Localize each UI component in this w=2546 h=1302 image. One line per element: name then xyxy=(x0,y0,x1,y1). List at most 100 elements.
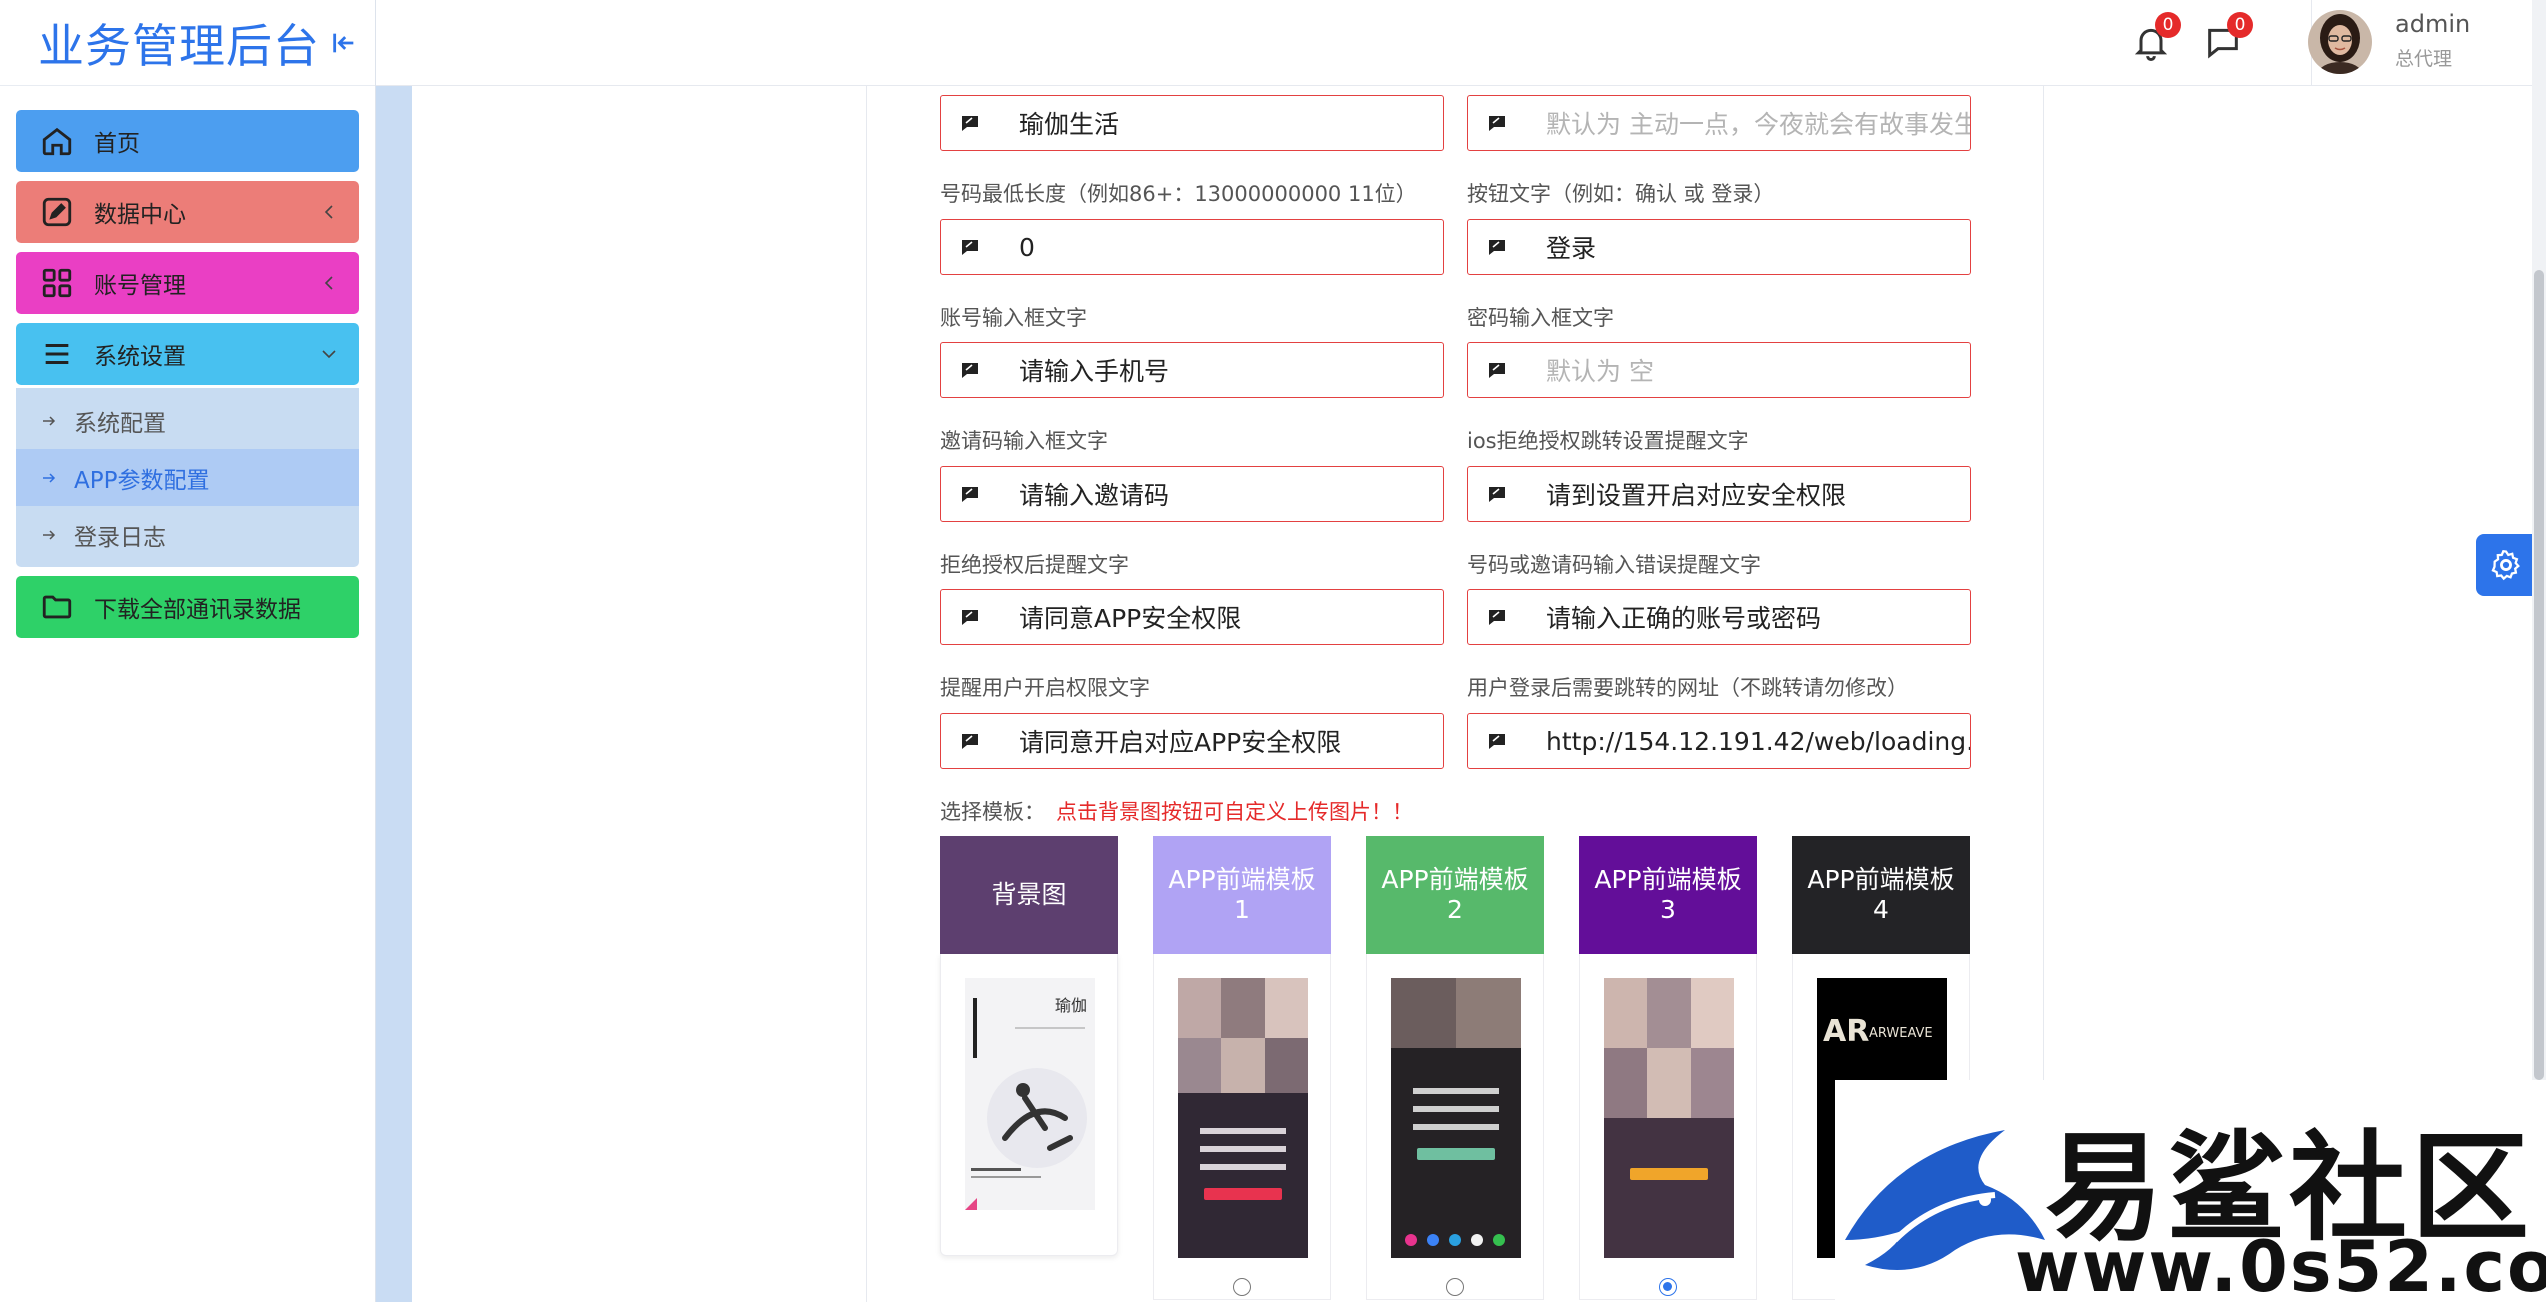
password-input-field[interactable]: 默认为 空 xyxy=(1467,342,1971,398)
field-value: 请到设置开启对应安全权限 xyxy=(1546,481,1847,510)
template-3-thumbnail xyxy=(1604,978,1734,1258)
chevron-left-icon xyxy=(319,273,339,293)
top-bar: 0 0 admin 总代理 xyxy=(376,0,2546,86)
grid-icon xyxy=(40,266,74,300)
scrollbar-thumb[interactable] xyxy=(2534,270,2544,1080)
template-card-label: APP前端模板1 xyxy=(1168,865,1316,924)
comment-icon xyxy=(1486,606,1508,628)
sidebar-subitem-app-params[interactable]: APP参数配置 xyxy=(16,449,359,506)
menu-icon xyxy=(40,337,74,371)
template-card-background[interactable]: 背景图 瑜伽 xyxy=(940,836,1118,1256)
comment-icon xyxy=(1486,730,1508,752)
template-upload-tip: 点击背景图按钮可自定义上传图片！！ xyxy=(1056,800,1413,824)
invite-input-field[interactable]: 请输入邀请码 xyxy=(940,466,1444,522)
template-card-3[interactable]: APP前端模板3 xyxy=(1579,836,1757,1300)
field-value: 瑜伽生活 xyxy=(1019,110,1120,139)
comment-icon xyxy=(1486,112,1508,134)
app-title: 业务管理后台 xyxy=(38,18,320,73)
field-value: 请同意开启对应APP安全权限 xyxy=(1019,728,1342,757)
template-card-label: 背景图 xyxy=(991,880,1067,909)
sidebar-item-data-center[interactable]: 数据中心 xyxy=(16,181,359,243)
template-4-logo-text: ARWEAVE xyxy=(1869,1026,1933,1041)
template-card-body xyxy=(1366,954,1544,1300)
notifications-button[interactable]: 0 xyxy=(2131,12,2181,62)
comment-icon xyxy=(959,606,981,628)
messages-button[interactable]: 0 xyxy=(2203,12,2253,62)
template-card-header[interactable]: APP前端模板4 xyxy=(1792,836,1970,954)
sidebar-item-label: 系统设置 xyxy=(94,344,186,370)
error-tip-label: 号码或邀请码输入错误提醒文字 xyxy=(1467,553,1761,577)
template-3-radio[interactable] xyxy=(1659,1278,1677,1296)
phone-min-length-label: 号码最低长度（例如86+：13000000000 11位） xyxy=(940,182,1417,206)
app-name-field[interactable]: 瑜伽生活 xyxy=(940,95,1444,151)
template-card-header[interactable]: APP前端模板1 xyxy=(1153,836,1331,954)
background-thumbnail: 瑜伽 xyxy=(965,978,1095,1210)
sidebar-item-account[interactable]: 账号管理 xyxy=(16,252,359,314)
collapse-sidebar-icon[interactable] xyxy=(330,29,358,57)
sidebar-item-label: 数据中心 xyxy=(94,202,186,228)
comment-icon xyxy=(959,112,981,134)
phone-min-length-field[interactable]: 0 xyxy=(940,219,1444,275)
template-card-header[interactable]: APP前端模板2 xyxy=(1366,836,1544,954)
redirect-url-field[interactable]: http://154.12.191.42/web/loading.html xyxy=(1467,713,1971,769)
account-input-label: 账号输入框文字 xyxy=(940,306,1087,330)
theme-settings-button[interactable] xyxy=(2476,534,2536,596)
reject-tip-field[interactable]: 请同意APP安全权限 xyxy=(940,589,1444,645)
permission-tip-label: 提醒用户开启权限文字 xyxy=(940,676,1150,700)
button-text-label: 按钮文字（例如：确认 或 登录） xyxy=(1467,182,1775,206)
template-card-header[interactable]: 背景图 xyxy=(940,836,1118,954)
slogan-field[interactable]: 默认为 主动一点，今夜就会有故事发生 xyxy=(1467,95,1971,151)
redirect-url-label: 用户登录后需要跳转的网址（不跳转请勿修改） xyxy=(1467,676,1908,700)
field-value: 请输入邀请码 xyxy=(1019,481,1170,510)
user-role: 总代理 xyxy=(2395,48,2453,70)
field-value: 请输入正确的账号或密码 xyxy=(1546,604,1822,633)
comment-icon xyxy=(959,483,981,505)
sidebar-item-home[interactable]: 首页 xyxy=(16,110,359,172)
field-value: 请同意APP安全权限 xyxy=(1019,604,1242,633)
gear-icon xyxy=(2489,548,2523,582)
template-card-1[interactable]: APP前端模板1 xyxy=(1153,836,1331,1300)
chevron-left-icon xyxy=(319,202,339,222)
error-tip-field[interactable]: 请输入正确的账号或密码 xyxy=(1467,589,1971,645)
sidebar-subitem-label: APP参数配置 xyxy=(74,467,210,494)
message-count-badge: 0 xyxy=(2227,12,2253,38)
sidebar-menu: 首页 数据中心 账号管理 系统设置 系统配置 APP参数配置 登录日志 下载全部… xyxy=(0,86,375,638)
sidebar-item-label: 下载全部通讯录数据 xyxy=(94,597,301,623)
arrow-right-icon xyxy=(40,526,58,544)
folder-icon xyxy=(40,590,74,624)
comment-icon xyxy=(1486,483,1508,505)
template-card-header[interactable]: APP前端模板3 xyxy=(1579,836,1757,954)
field-placeholder: 默认为 主动一点，今夜就会有故事发生 xyxy=(1546,110,1970,139)
password-input-label: 密码输入框文字 xyxy=(1467,306,1614,330)
sidebar-subitem-system-config[interactable]: 系统配置 xyxy=(16,392,359,449)
avatar[interactable] xyxy=(2308,10,2372,74)
account-input-field[interactable]: 请输入手机号 xyxy=(940,342,1444,398)
permission-tip-field[interactable]: 请同意开启对应APP安全权限 xyxy=(940,713,1444,769)
ios-reject-field[interactable]: 请到设置开启对应安全权限 xyxy=(1467,466,1971,522)
template-2-thumbnail xyxy=(1391,978,1521,1258)
button-text-field[interactable]: 登录 xyxy=(1467,219,1971,275)
edit-icon xyxy=(40,195,74,229)
chevron-down-icon xyxy=(319,344,339,364)
template-select-label: 选择模板： xyxy=(940,800,1045,824)
template-card-body xyxy=(1579,954,1757,1300)
template-card-label: APP前端模板4 xyxy=(1807,865,1955,924)
sidebar-subitem-label: 系统配置 xyxy=(74,410,166,437)
field-placeholder: 默认为 空 xyxy=(1546,357,1654,386)
field-value: 请输入手机号 xyxy=(1019,357,1170,386)
ios-reject-label: ios拒绝授权跳转设置提醒文字 xyxy=(1467,429,1749,453)
sidebar-item-download-contacts[interactable]: 下载全部通讯录数据 xyxy=(16,576,359,638)
comment-icon xyxy=(959,730,981,752)
comment-icon xyxy=(959,236,981,258)
sidebar-subitem-login-log[interactable]: 登录日志 xyxy=(16,506,359,563)
template-card-label: APP前端模板2 xyxy=(1381,865,1529,924)
template-card-2[interactable]: APP前端模板2 xyxy=(1366,836,1544,1300)
sidebar-item-label: 首页 xyxy=(94,131,140,157)
template-card-body xyxy=(1153,954,1331,1300)
template-2-radio[interactable] xyxy=(1446,1278,1464,1296)
template-card-body: 瑜伽 xyxy=(940,954,1118,1256)
user-name[interactable]: admin xyxy=(2395,10,2470,38)
field-value: 0 xyxy=(1019,232,1035,262)
sidebar-item-system-settings[interactable]: 系统设置 xyxy=(16,323,359,385)
template-1-radio[interactable] xyxy=(1233,1278,1251,1296)
